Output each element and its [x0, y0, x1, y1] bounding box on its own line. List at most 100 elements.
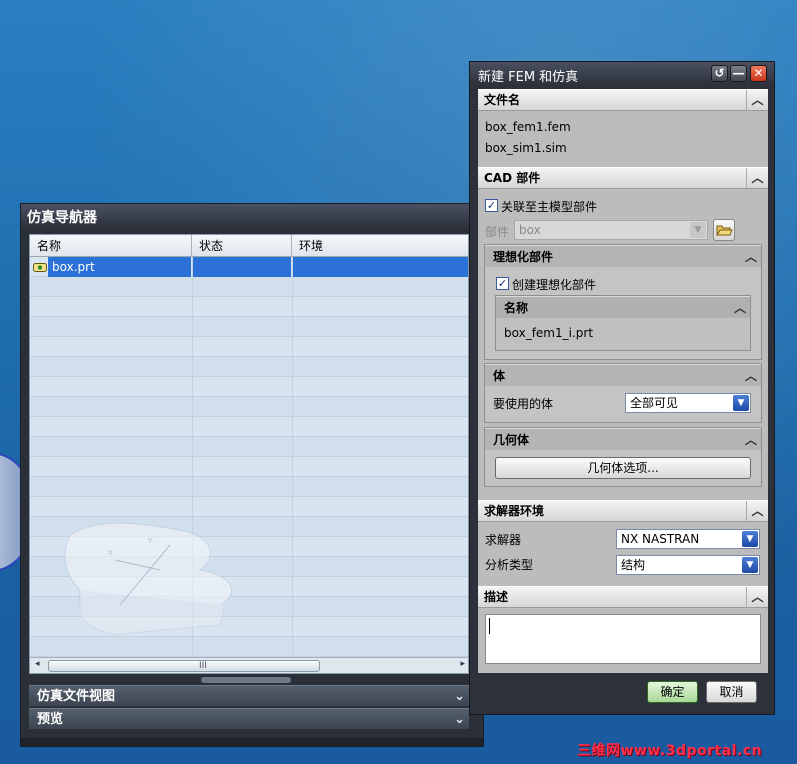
- column-header-environment[interactable]: 环境: [292, 235, 468, 257]
- create-idealized-label: 创建理想化部件: [512, 278, 597, 292]
- chevron-down-icon[interactable]: ▼: [733, 395, 749, 411]
- table-row: [30, 337, 468, 357]
- scroll-left-icon[interactable]: ◂: [35, 659, 40, 669]
- solver-select[interactable]: NX NASTRAN ▼: [616, 529, 760, 549]
- open-part-button[interactable]: [713, 219, 735, 241]
- chevron-up-icon[interactable]: ︿: [734, 297, 746, 319]
- table-row: [30, 437, 468, 457]
- cancel-button[interactable]: 取消: [706, 681, 757, 703]
- grid-divider: [292, 257, 293, 657]
- navigator-title: 仿真导航器: [21, 204, 483, 228]
- idealized-name-header-label: 名称: [504, 301, 529, 315]
- ok-button[interactable]: 确定: [647, 681, 698, 703]
- section-body-label: 体: [493, 369, 506, 383]
- section-file-name-label: 文件名: [484, 93, 521, 107]
- table-row-selected[interactable]: box.prt: [30, 257, 468, 277]
- section-geometry[interactable]: 几何体 ︿: [485, 428, 761, 450]
- chevron-down-icon[interactable]: ⌄: [454, 686, 465, 707]
- chevron-down-icon[interactable]: ▼: [690, 222, 706, 238]
- horizontal-scrollbar[interactable]: ◂ III ▸: [30, 657, 468, 673]
- part-select-value: box: [519, 223, 541, 237]
- folder-open-icon: [716, 225, 733, 236]
- bodies-to-use-label: 要使用的体: [493, 397, 554, 411]
- section-simulation-file-view-label: 仿真文件视图: [37, 689, 116, 704]
- section-body[interactable]: 体 ︿: [485, 364, 761, 386]
- associate-checkbox[interactable]: ✓: [485, 199, 498, 212]
- create-idealized-checkbox[interactable]: ✓: [496, 277, 509, 290]
- reset-icon[interactable]: ↺: [711, 65, 728, 82]
- table-row: [30, 497, 468, 517]
- section-idealized-part[interactable]: 理想化部件 ︿: [485, 245, 761, 267]
- model-preview-ghost: X Y: [64, 522, 232, 635]
- chevron-down-icon[interactable]: ⌄: [454, 709, 465, 730]
- analysis-type-label: 分析类型: [485, 558, 534, 572]
- section-simulation-file-view[interactable]: 仿真文件视图 ⌄: [29, 685, 469, 706]
- section-cad-part-label: CAD 部件: [484, 171, 541, 185]
- scroll-right-icon[interactable]: ▸: [460, 659, 465, 669]
- new-fem-sim-dialog: 新建 FEM 和仿真 ↺ — ✕ 文件名 ︿ box_fem1.fem box_…: [469, 61, 775, 715]
- dialog-body: 文件名 ︿ box_fem1.fem box_sim1.sim CAD 部件 ︿…: [478, 89, 768, 673]
- bodies-to-use-value: 全部可见: [630, 396, 679, 410]
- row-environment-cell[interactable]: [293, 257, 468, 277]
- table-row: [30, 377, 468, 397]
- idealized-name-header[interactable]: 名称 ︿: [496, 296, 750, 318]
- sim-file-name: box_sim1.sim: [485, 141, 567, 155]
- row-status-cell[interactable]: [193, 257, 291, 277]
- section-description[interactable]: 描述 ︿: [478, 586, 768, 608]
- table-row: [30, 297, 468, 317]
- section-cad-part[interactable]: CAD 部件 ︿: [478, 167, 768, 189]
- chevron-up-icon[interactable]: ︿: [745, 429, 757, 451]
- analysis-type-value: 结构: [621, 558, 646, 572]
- scroll-thumb[interactable]: III: [48, 660, 320, 672]
- text-caret: [489, 618, 490, 634]
- table-row: [30, 317, 468, 337]
- close-icon[interactable]: ✕: [750, 65, 767, 82]
- chevron-up-icon[interactable]: ︿: [746, 168, 768, 189]
- part-select[interactable]: box ▼: [514, 220, 708, 240]
- table-row: [30, 397, 468, 417]
- section-description-label: 描述: [484, 590, 509, 604]
- section-file-name[interactable]: 文件名 ︿: [478, 89, 768, 111]
- analysis-type-select[interactable]: 结构 ▼: [616, 555, 760, 575]
- section-geometry-label: 几何体: [493, 433, 530, 447]
- column-header-status[interactable]: 状态: [192, 235, 292, 257]
- dialog-title: 新建 FEM 和仿真: [470, 62, 774, 85]
- bodies-to-use-select[interactable]: 全部可见 ▼: [625, 393, 751, 413]
- pane-splitter[interactable]: [201, 677, 291, 683]
- grid-header: 名称 状态 环境: [30, 235, 468, 257]
- simulation-navigator-window: 仿真导航器 ✕ 名称 状态 环境: [20, 203, 484, 747]
- chevron-up-icon[interactable]: ︿: [746, 90, 768, 111]
- column-header-name[interactable]: 名称: [30, 235, 192, 257]
- table-row: [30, 277, 468, 297]
- idealized-part-name: box_fem1_i.prt: [504, 326, 594, 340]
- geometry-options-button[interactable]: 几何体选项...: [495, 457, 751, 479]
- chevron-down-icon[interactable]: ▼: [742, 557, 758, 573]
- part-label: 部件: [485, 225, 510, 239]
- table-row: [30, 477, 468, 497]
- part-file-icon: [33, 261, 47, 273]
- solver-value: NX NASTRAN: [621, 532, 700, 546]
- section-idealized-part-label: 理想化部件: [493, 250, 554, 264]
- fem-file-name: box_fem1.fem: [485, 120, 571, 134]
- chevron-up-icon[interactable]: ︿: [745, 246, 757, 268]
- chevron-up-icon[interactable]: ︿: [746, 501, 768, 522]
- section-preview-label: 预览: [37, 712, 64, 727]
- section-solver-environment-label: 求解器环境: [484, 504, 545, 518]
- solver-label: 求解器: [485, 533, 522, 547]
- navigator-grid: 名称 状态 环境 box.prt X Y ◂ III ▸: [29, 234, 469, 674]
- section-preview[interactable]: 预览 ⌄: [29, 708, 469, 729]
- description-input[interactable]: [485, 614, 761, 664]
- site-watermark: 三维网www.3dportal.cn: [577, 743, 763, 759]
- svg-text:Y: Y: [147, 537, 153, 545]
- chevron-up-icon[interactable]: ︿: [746, 587, 768, 608]
- table-row: [30, 357, 468, 377]
- section-solver-environment[interactable]: 求解器环境 ︿: [478, 500, 768, 522]
- table-row: [30, 417, 468, 437]
- table-row: [30, 457, 468, 477]
- chevron-up-icon[interactable]: ︿: [745, 365, 757, 387]
- chevron-down-icon[interactable]: ▼: [742, 531, 758, 547]
- minimize-icon[interactable]: —: [730, 65, 747, 82]
- row-name-cell[interactable]: box.prt: [48, 257, 191, 277]
- associate-label: 关联至主模型部件: [501, 200, 598, 214]
- svg-text:X: X: [108, 549, 113, 557]
